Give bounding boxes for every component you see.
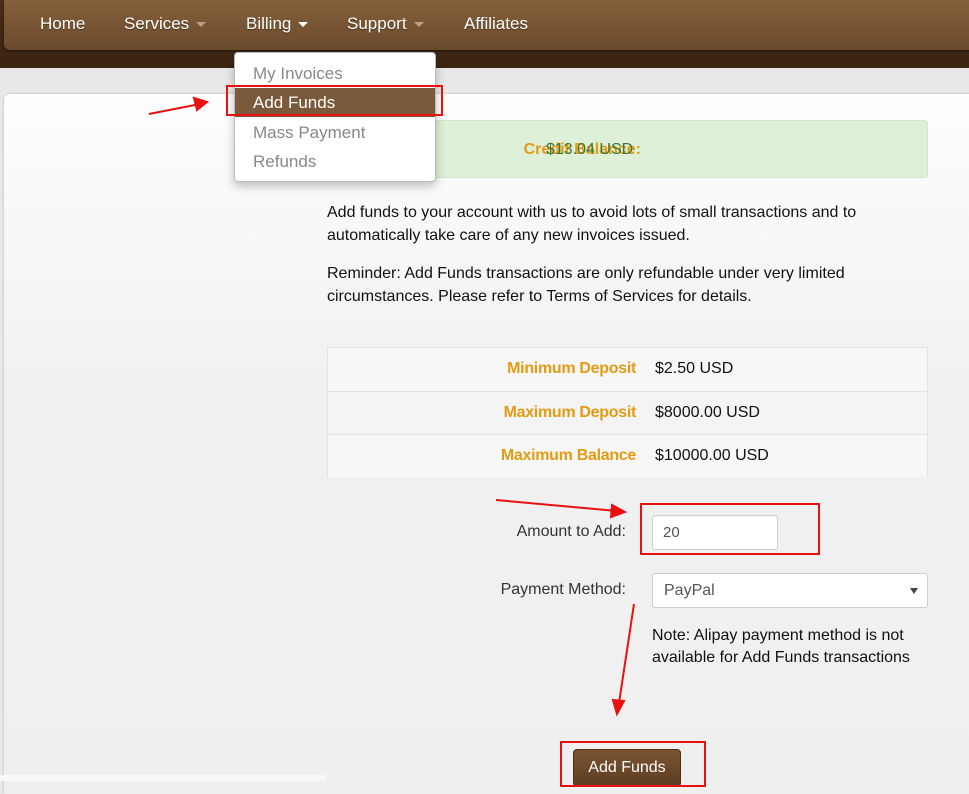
reminder-text: Reminder: Add Funds transactions are onl… [327,265,845,305]
nav-support-label: Support [347,14,407,33]
nav-affiliates[interactable]: Affiliates [464,14,528,34]
menu-item-mass-payment[interactable]: Mass Payment [235,118,435,147]
alipay-note: Note: Alipay payment method is not avail… [652,627,910,666]
nav-billing[interactable]: Billing [246,14,309,34]
table-row: Maximum Deposit $8000.00 USD [328,391,927,434]
caret-down-icon [910,588,918,594]
limit-value: $8000.00 USD [655,404,760,421]
payment-method-select[interactable]: PayPal [652,573,928,608]
deposit-limits-table: Minimum Deposit $2.50 USD Maximum Deposi… [327,347,928,477]
limit-label: Maximum Deposit [503,404,637,421]
highlight-box-button [560,741,706,787]
menu-item-my-invoices[interactable]: My Invoices [235,59,435,88]
table-row: Minimum Deposit $2.50 USD [328,348,927,391]
sidebar-edge [0,775,326,781]
highlight-box-amount [640,503,820,555]
menu-item-refunds[interactable]: Refunds [235,147,435,176]
nav-services[interactable]: Services [124,14,207,34]
nav-billing-label: Billing [246,14,292,33]
intro-text: Add funds to your account with us to avo… [327,204,857,244]
credit-balance-value: $13.04 USD [546,141,634,158]
payment-method-value: PayPal [664,582,715,599]
table-row: Maximum Balance $10000.00 USD [328,434,927,477]
payment-method-label: Payment Method: [500,581,626,598]
nav-support[interactable]: Support [347,14,424,34]
billing-dropdown-menu: My Invoices Add Funds Mass Payment Refun… [234,52,436,182]
highlight-box-menu [226,85,443,116]
nav-services-label: Services [124,14,190,33]
chevron-down-icon [196,22,207,28]
nav-home[interactable]: Home [40,14,85,34]
limit-value: $2.50 USD [655,360,734,377]
chevron-down-icon [298,22,309,28]
top-navbar: Home Services Billing Support Affiliates [0,0,969,68]
amount-label: Amount to Add: [516,523,626,540]
limit-label: Maximum Balance [500,447,636,464]
limit-label: Minimum Deposit [507,360,636,377]
chevron-down-icon [413,22,424,28]
limit-value: $10000.00 USD [655,447,769,464]
